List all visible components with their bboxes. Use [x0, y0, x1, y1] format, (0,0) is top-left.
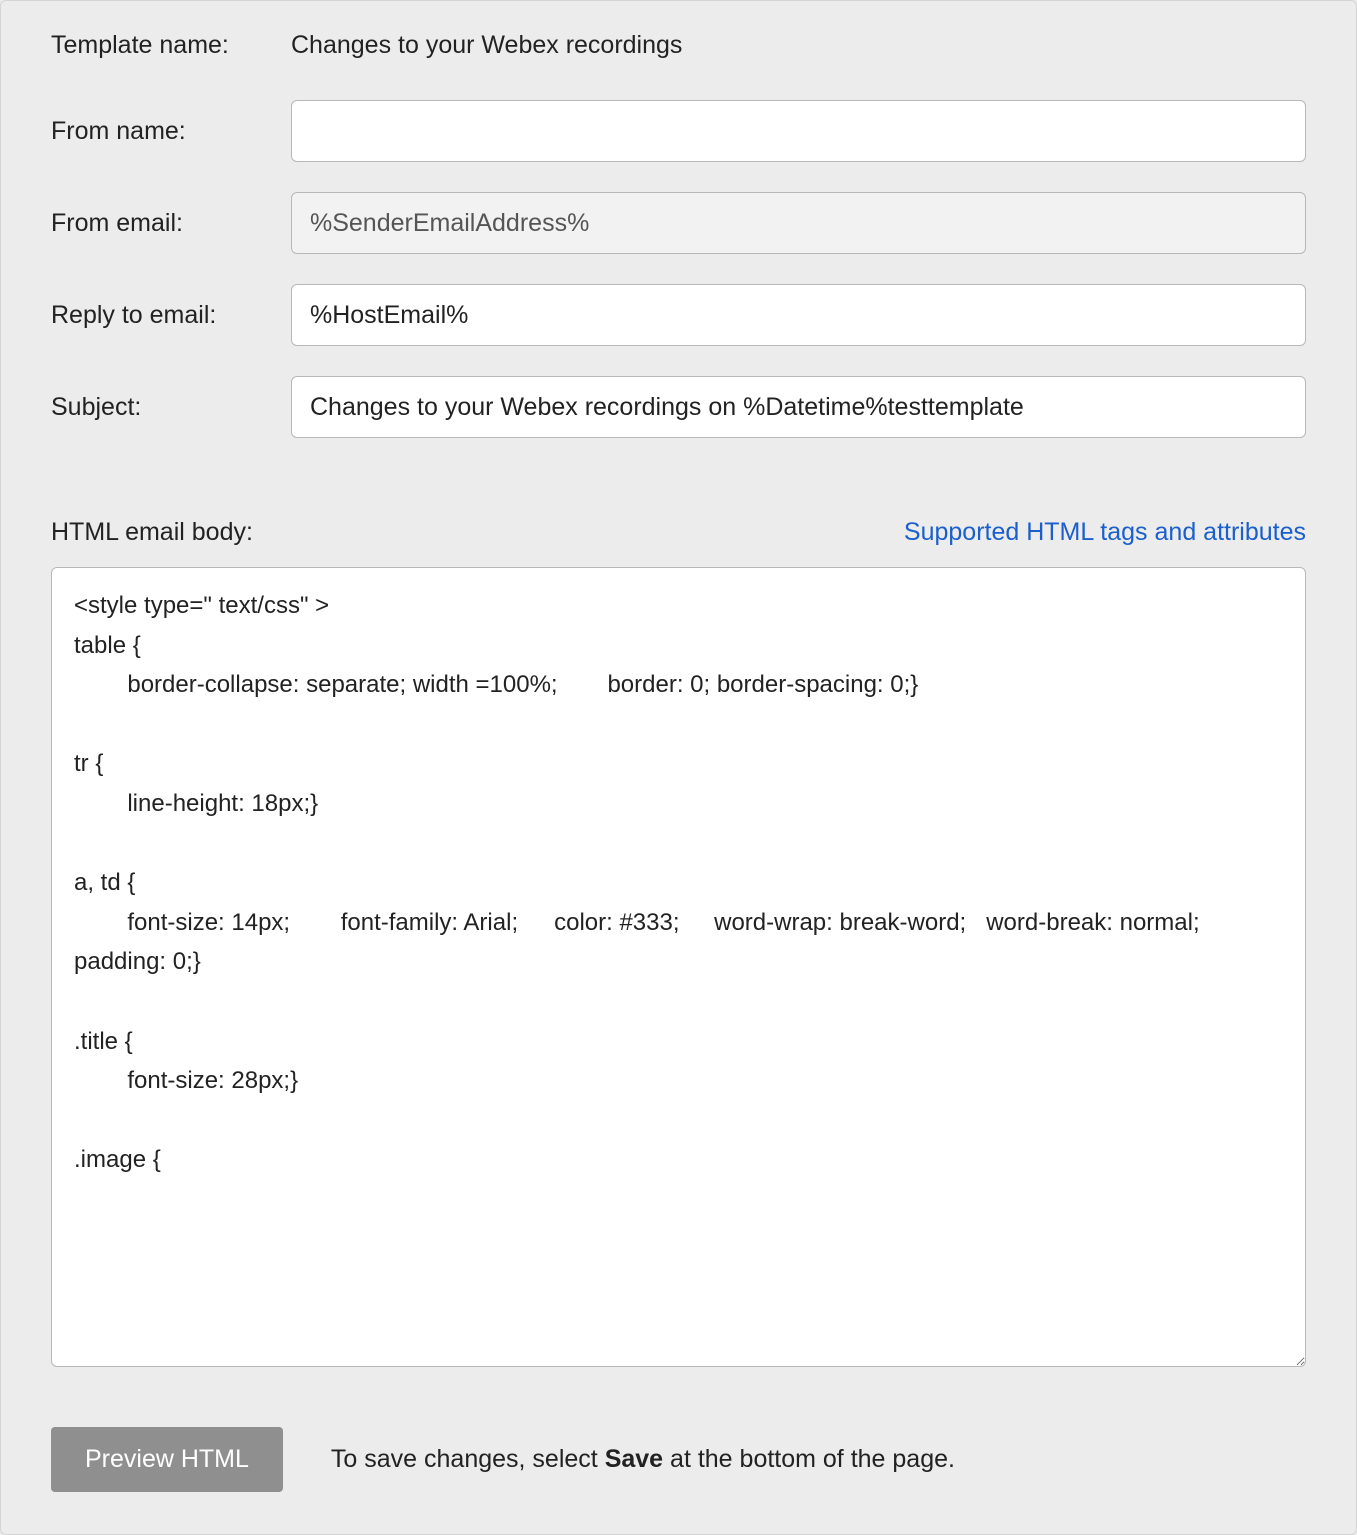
- from-email-input[interactable]: [291, 192, 1306, 254]
- html-body-header: HTML email body: Supported HTML tags and…: [51, 518, 1306, 547]
- preview-html-button[interactable]: Preview HTML: [51, 1427, 283, 1492]
- template-name-label: Template name:: [51, 31, 291, 60]
- template-name-value: Changes to your Webex recordings: [291, 31, 682, 60]
- reply-to-email-row: Reply to email:: [51, 284, 1306, 346]
- from-email-label: From email:: [51, 209, 291, 238]
- email-template-form: Template name: Changes to your Webex rec…: [0, 0, 1357, 1535]
- subject-input[interactable]: [291, 376, 1306, 438]
- save-hint-bold: Save: [605, 1445, 663, 1473]
- save-hint-suffix: at the bottom of the page.: [663, 1445, 955, 1473]
- footer-row: Preview HTML To save changes, select Sav…: [51, 1427, 1306, 1492]
- from-name-label: From name:: [51, 117, 291, 146]
- supported-tags-link[interactable]: Supported HTML tags and attributes: [904, 518, 1306, 547]
- subject-label: Subject:: [51, 393, 291, 422]
- html-body-wrap: [51, 567, 1306, 1372]
- from-name-row: From name:: [51, 100, 1306, 162]
- reply-to-email-input[interactable]: [291, 284, 1306, 346]
- template-name-row: Template name: Changes to your Webex rec…: [51, 31, 1306, 60]
- from-email-row: From email:: [51, 192, 1306, 254]
- html-body-textarea[interactable]: [51, 567, 1306, 1367]
- reply-to-email-label: Reply to email:: [51, 301, 291, 330]
- save-hint: To save changes, select Save at the bott…: [331, 1445, 955, 1474]
- subject-row: Subject:: [51, 376, 1306, 438]
- save-hint-prefix: To save changes, select: [331, 1445, 605, 1473]
- from-name-input[interactable]: [291, 100, 1306, 162]
- html-body-label: HTML email body:: [51, 518, 253, 547]
